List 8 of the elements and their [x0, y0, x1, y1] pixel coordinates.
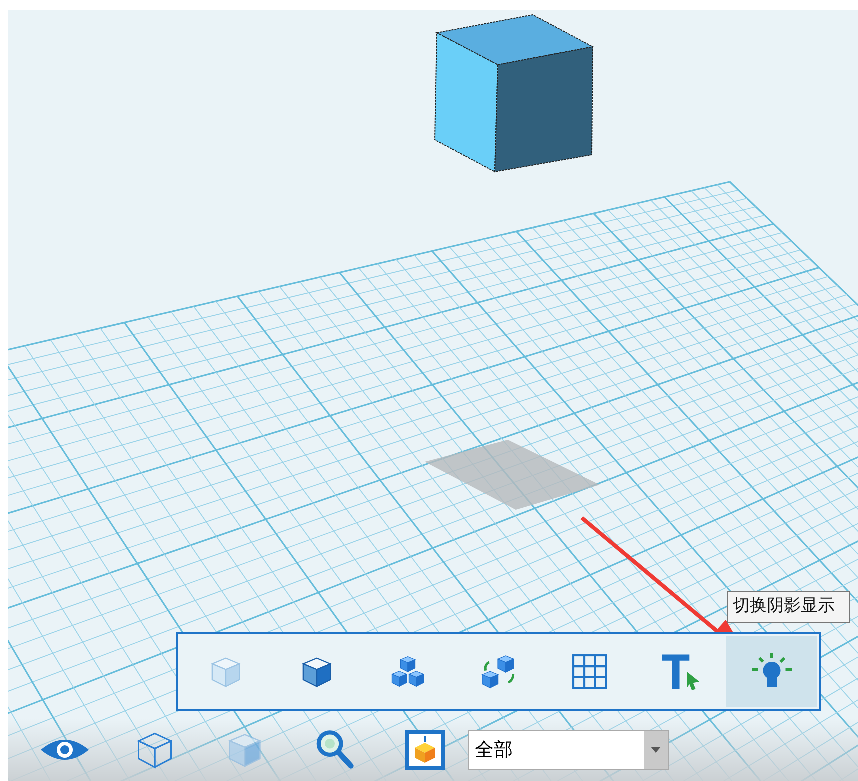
tooltip: 切换阴影显示 — [727, 591, 850, 622]
text-cursor-icon — [660, 652, 702, 692]
framed-cube-icon — [405, 730, 445, 770]
grid-icon — [570, 652, 608, 690]
search-icon — [315, 729, 355, 771]
filter-dropdown[interactable]: 全部 — [468, 730, 669, 770]
view-toolbar-button[interactable] — [726, 636, 817, 707]
caret-icon — [651, 747, 661, 753]
